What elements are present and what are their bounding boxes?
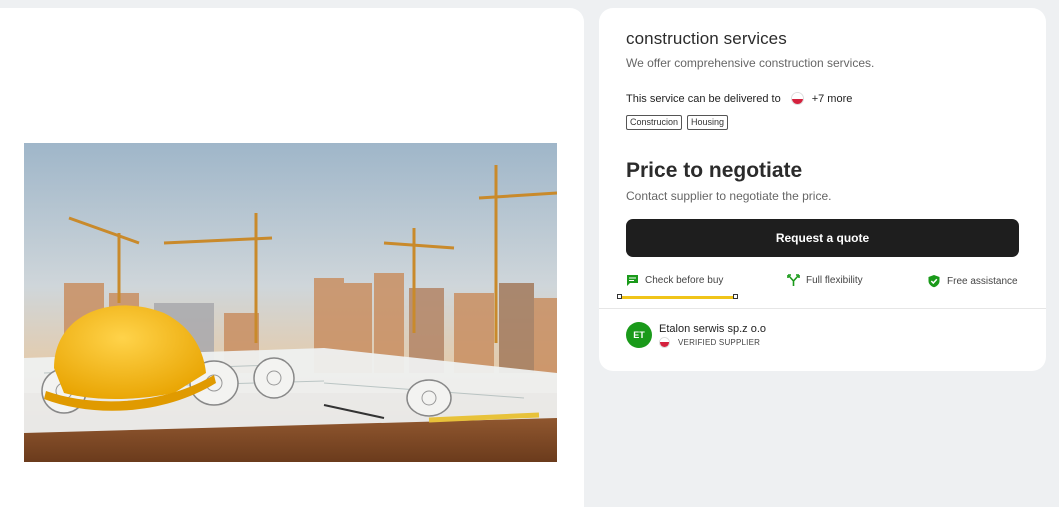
split-arrows-icon <box>787 274 800 286</box>
product-description: We offer comprehensive construction serv… <box>626 56 875 70</box>
feature-free-assistance[interactable]: Free assistance <box>927 274 1018 288</box>
delivery-info: This service can be delivered to +7 more <box>626 92 852 105</box>
product-details-card: construction services We offer comprehen… <box>599 8 1046 371</box>
supplier-text: Etalon serwis sp.z o.o VERIFIED SUPPLIER <box>659 323 766 348</box>
product-title: construction services <box>626 29 787 48</box>
shield-check-icon <box>928 275 940 288</box>
feature-full-flexibility[interactable]: Full flexibility <box>787 274 863 287</box>
verified-label: VERIFIED SUPPLIER <box>678 337 761 347</box>
delivery-label: This service can be delivered to <box>626 92 781 105</box>
feature-label: Check before buy <box>645 275 724 286</box>
product-gallery <box>0 8 584 507</box>
tag[interactable]: Housing <box>687 115 729 130</box>
tag-list: Construcion Housing <box>626 115 729 130</box>
divider <box>599 308 1046 309</box>
delivery-more-link[interactable]: +7 more <box>812 93 853 105</box>
feature-label: Free assistance <box>947 275 1018 287</box>
selection-highlight <box>617 294 738 299</box>
supplier-name[interactable]: Etalon serwis sp.z o.o <box>659 323 766 335</box>
poland-flag-icon <box>790 92 804 105</box>
feature-list: Check before buy Full flexibility Free a… <box>626 274 1019 304</box>
chat-icon <box>627 275 638 286</box>
tag[interactable]: Construcion <box>626 115 683 130</box>
supplier-info[interactable]: ET Etalon serwis sp.z o.o VERIFIED SUPPL… <box>626 322 766 348</box>
feature-check-before-buy[interactable]: Check before buy <box>626 274 723 287</box>
resize-handle[interactable] <box>733 294 738 299</box>
resize-handle[interactable] <box>617 294 622 299</box>
price-title: Price to negotiate <box>626 159 803 182</box>
feature-label: Full flexibility <box>806 275 863 286</box>
supplier-avatar: ET <box>626 322 652 348</box>
product-image[interactable] <box>24 143 557 462</box>
poland-flag-icon <box>659 336 670 348</box>
verified-badge: VERIFIED SUPPLIER <box>659 336 766 348</box>
price-subtitle: Contact supplier to negotiate the price. <box>626 189 832 203</box>
request-quote-button[interactable]: Request a quote <box>626 219 1019 257</box>
